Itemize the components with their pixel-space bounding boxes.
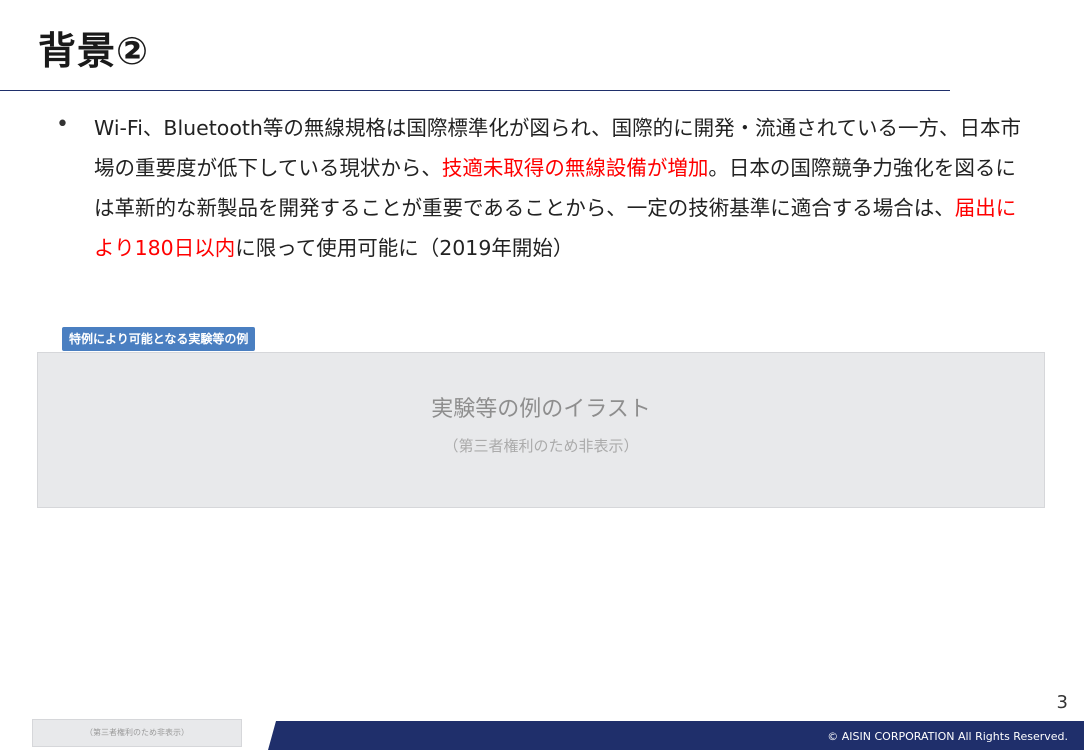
- illustration-placeholder: 実験等の例のイラスト （第三者権利のため非表示）: [37, 352, 1045, 508]
- copyright-text: © AISIN CORPORATION All Rights Reserved.: [827, 730, 1068, 743]
- placeholder-sub-text: （第三者権利のため非表示）: [443, 437, 639, 455]
- example-tag-label: 特例により可能となる実験等の例: [62, 327, 256, 351]
- bullet-text: Wi-Fi、Bluetooth等の無線規格は国際標準化が図られ、国際的に開発・流…: [94, 108, 1026, 268]
- emphasis-unapproved-devices: 技適未取得の無線設備が増加: [441, 156, 709, 180]
- page-number: 3: [1056, 692, 1068, 713]
- placeholder-main-text: 実験等の例のイラスト: [431, 397, 651, 422]
- title-divider: [0, 90, 950, 91]
- slide-title: 背景②: [38, 29, 150, 73]
- bullet-segment-5: に限って使用可能に（2019年開始）: [235, 236, 574, 260]
- bullet-item: • Wi-Fi、Bluetooth等の無線規格は国際標準化が図られ、国際的に開発…: [56, 108, 1026, 268]
- bullet-marker: •: [56, 112, 69, 137]
- logo-placeholder: （第三者権利のため非表示）: [32, 719, 242, 747]
